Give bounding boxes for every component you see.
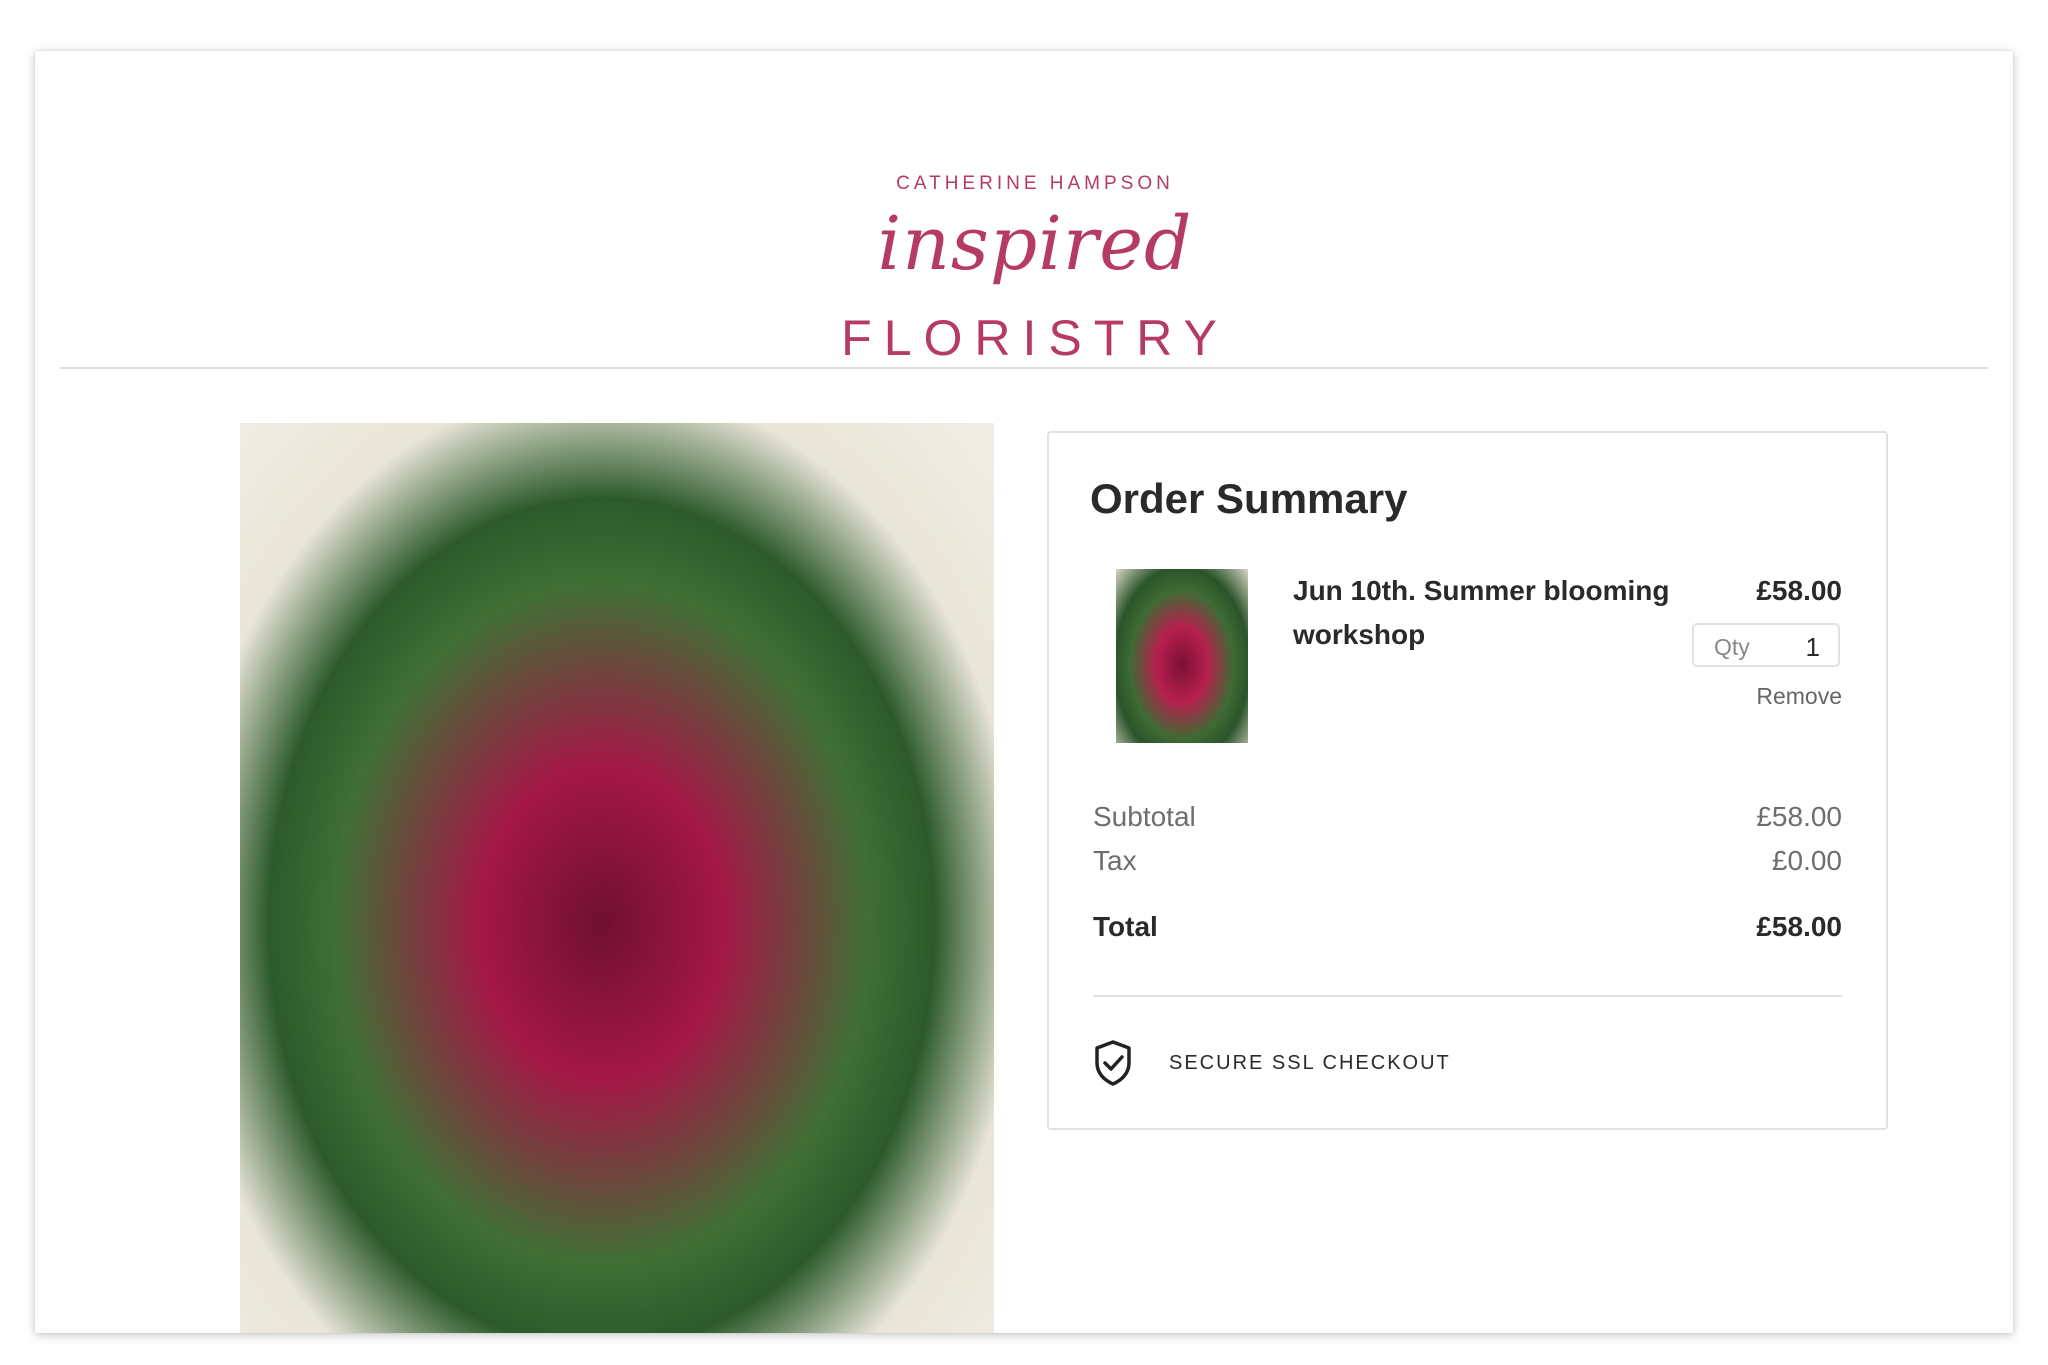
logo-script-text: inspired [877,201,1193,287]
remove-link[interactable]: Remove [1756,683,1842,710]
item-price: £58.00 [1756,575,1842,606]
header-divider [60,367,1988,369]
total-value: £58.00 [1756,911,1842,942]
quantity-value[interactable]: 1 [1806,632,1820,663]
summary-divider [1093,995,1842,997]
subtotal-row: Subtotal £58.00 [1093,801,1842,841]
quantity-field[interactable]: Qty 1 [1692,623,1840,667]
total-label: Total [1093,911,1158,942]
order-summary-card: Order Summary Jun 10th. Summer blooming … [1047,431,1888,1130]
shield-check-icon [1095,1040,1131,1086]
secure-checkout-badge: SECURE SSL CHECKOUT [1093,1039,1593,1089]
quantity-label: Qty [1714,634,1750,660]
checkout-page: CATHERINE HAMPSON inspired FLORISTRY Ord… [35,51,2013,1333]
subtotal-value: £58.00 [1756,801,1842,832]
order-summary-title: Order Summary [1090,475,1408,522]
tax-row: Tax £0.00 [1093,845,1842,885]
subtotal-label: Subtotal [1093,801,1196,832]
product-image [240,423,994,1333]
brand-logo[interactable]: CATHERINE HAMPSON inspired FLORISTRY [835,161,1235,391]
logo-top-text: CATHERINE HAMPSON [896,173,1174,194]
secure-checkout-label: SECURE SSL CHECKOUT [1169,1052,1451,1074]
tax-label: Tax [1093,845,1137,876]
logo-bottom-text: FLORISTRY [841,310,1229,366]
item-name: Jun 10th. Summer blooming workshop [1293,575,1670,650]
total-row: Total £58.00 [1093,911,1842,951]
product-thumbnail [1116,569,1248,743]
tax-value: £0.00 [1771,845,1842,876]
